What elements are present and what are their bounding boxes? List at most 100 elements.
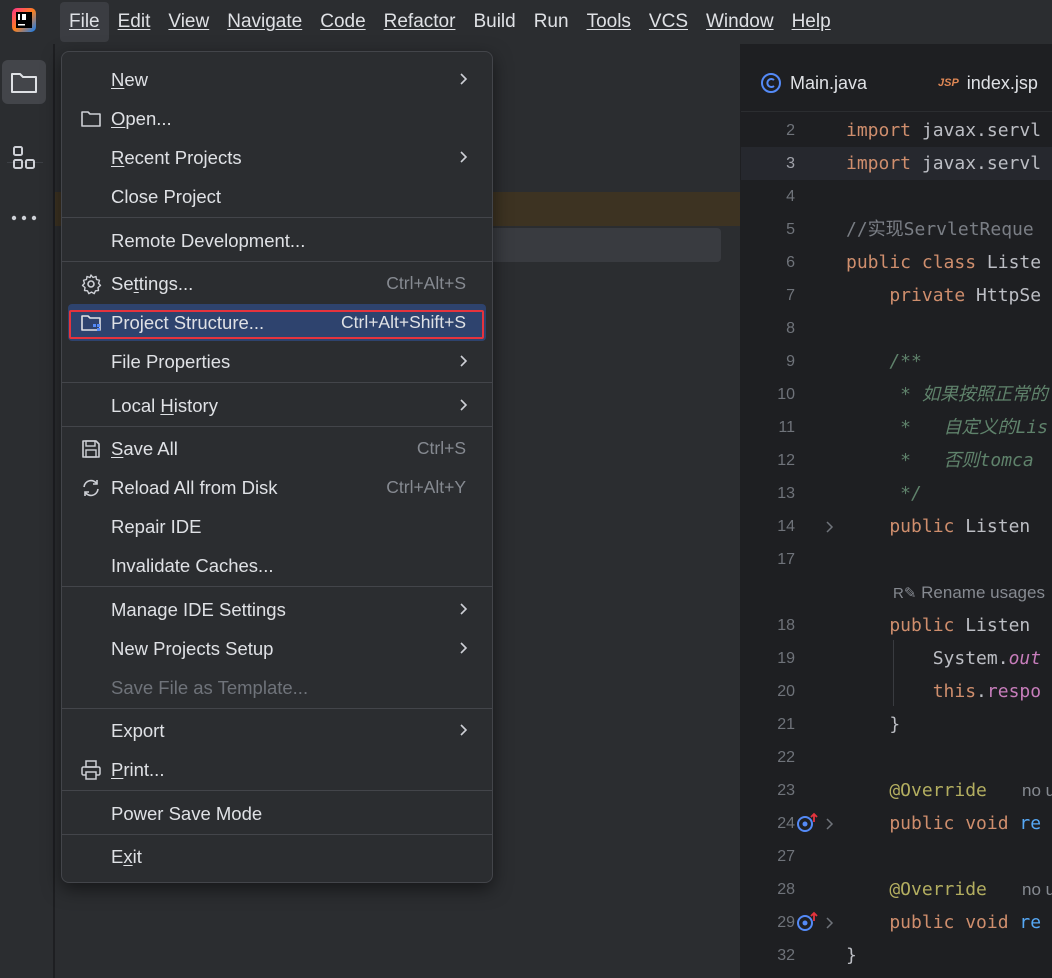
code-line[interactable]: 8 bbox=[741, 312, 1052, 345]
code-editor: Main.java JSP index.jsp 2 import javax.s… bbox=[741, 44, 1052, 978]
code-line[interactable]: 13 */ bbox=[741, 477, 1052, 510]
menu-item-label: Recent Projects bbox=[111, 146, 242, 168]
code-line[interactable]: 18 public Listen bbox=[741, 609, 1052, 642]
more-icon bbox=[11, 215, 37, 221]
submenu-arrow-icon bbox=[460, 603, 468, 615]
code-line-current[interactable]: 3 import javax.servl bbox=[741, 147, 1052, 180]
menu-item-close-project[interactable]: Close Project bbox=[68, 178, 486, 215]
menu-vcs[interactable]: VCS bbox=[640, 0, 697, 44]
code-line[interactable]: 5 //实现ServletReque bbox=[741, 213, 1052, 246]
menu-item-open[interactable]: Open... bbox=[68, 100, 486, 137]
line-number: 22 bbox=[777, 749, 795, 766]
menu-separator bbox=[62, 261, 492, 262]
fold-chevron-icon[interactable] bbox=[825, 520, 835, 534]
code-line[interactable]: 9 /** bbox=[741, 345, 1052, 378]
menu-code[interactable]: Code bbox=[311, 0, 374, 44]
menu-item-new[interactable]: New bbox=[68, 61, 486, 98]
menu-item-file-properties[interactable]: File Properties bbox=[68, 343, 486, 380]
code-line[interactable]: 17 bbox=[741, 543, 1052, 576]
menu-item-remote-development[interactable]: Remote Development... bbox=[68, 222, 486, 259]
menu-separator bbox=[62, 426, 492, 427]
inlay-hint-row[interactable]: R✎ Rename usages bbox=[741, 576, 1052, 609]
menu-help[interactable]: Help bbox=[783, 0, 840, 44]
no-usages-hint[interactable]: no u bbox=[1022, 873, 1052, 906]
code-line[interactable]: 29 public void re bbox=[741, 906, 1052, 939]
menu-view[interactable]: View bbox=[159, 0, 218, 44]
code-line[interactable]: 14 public Listen bbox=[741, 510, 1052, 543]
fold-chevron-icon[interactable] bbox=[825, 817, 835, 831]
line-number: 14 bbox=[777, 518, 795, 535]
main-menu-bar: File Edit View Navigate Code Refactor Bu… bbox=[0, 0, 1052, 44]
code-line[interactable]: 22 bbox=[741, 741, 1052, 774]
menu-item-exit[interactable]: Exit bbox=[68, 838, 486, 875]
code-line[interactable]: 7 private HttpSe bbox=[741, 279, 1052, 312]
menu-item-manage-ide-settings[interactable]: Manage IDE Settings bbox=[68, 591, 486, 628]
menu-item-local-history[interactable]: Local History bbox=[68, 387, 486, 424]
code-line[interactable]: 19 System.out bbox=[741, 642, 1052, 675]
print-icon bbox=[81, 760, 101, 780]
menu-item-project-structure[interactable]: Project Structure... Ctrl+Alt+Shift+S bbox=[68, 304, 486, 341]
code-line[interactable]: 12 * 否则tomca bbox=[741, 444, 1052, 477]
code-line[interactable]: 24 public void re bbox=[741, 807, 1052, 840]
tab-index-jsp[interactable]: JSP index.jsp bbox=[938, 68, 1038, 98]
code-line[interactable]: 20 this.respo bbox=[741, 675, 1052, 708]
code-text: import javax.servl bbox=[846, 120, 1042, 141]
menu-item-save-file-as-template: Save File as Template... bbox=[68, 669, 486, 706]
menu-item-print[interactable]: Print... bbox=[68, 751, 486, 788]
menu-item-shortcut: Ctrl+Alt+Shift+S bbox=[341, 312, 466, 332]
code-line[interactable]: 32 } bbox=[741, 939, 1052, 972]
line-number: 5 bbox=[786, 221, 795, 238]
menu-item-invalidate-caches[interactable]: Invalidate Caches... bbox=[68, 547, 486, 584]
code-text: @Override bbox=[846, 879, 987, 900]
submenu-arrow-icon bbox=[460, 724, 468, 736]
code-text: public void re bbox=[846, 813, 1042, 834]
structure-tool-button[interactable] bbox=[2, 136, 46, 180]
menu-item-save-all[interactable]: Save All Ctrl+S bbox=[68, 430, 486, 467]
implements-method-icon[interactable] bbox=[796, 911, 820, 933]
menu-item-new-projects-setup[interactable]: New Projects Setup bbox=[68, 630, 486, 667]
menu-item-export[interactable]: Export bbox=[68, 712, 486, 749]
menu-edit[interactable]: Edit bbox=[109, 0, 160, 44]
menu-item-repair-ide[interactable]: Repair IDE bbox=[68, 508, 486, 545]
intellij-logo-icon[interactable] bbox=[11, 7, 37, 33]
menu-separator bbox=[62, 708, 492, 709]
rename-usages-hint[interactable]: R✎ Rename usages bbox=[893, 576, 1045, 610]
code-line[interactable]: 23 @Override no u bbox=[741, 774, 1052, 807]
menu-item-reload-all[interactable]: Reload All from Disk Ctrl+Alt+Y bbox=[68, 469, 486, 506]
code-line[interactable]: 11 * 自定义的Lis bbox=[741, 411, 1052, 444]
line-number: 10 bbox=[777, 386, 795, 403]
menu-item-label: Close Project bbox=[111, 185, 222, 207]
code-line[interactable]: 28 @Override no u bbox=[741, 873, 1052, 906]
line-number: 29 bbox=[777, 914, 795, 931]
code-line[interactable]: 2 import javax.servl bbox=[741, 114, 1052, 147]
code-line[interactable]: 21 } bbox=[741, 708, 1052, 741]
more-tools-button[interactable] bbox=[2, 196, 46, 240]
menu-navigate[interactable]: Navigate bbox=[218, 0, 311, 44]
menu-item-settings[interactable]: Settings... Ctrl+Alt+S bbox=[68, 265, 486, 302]
line-number: 9 bbox=[786, 353, 795, 370]
project-tree-hover-row[interactable] bbox=[485, 228, 721, 262]
menu-item-recent-projects[interactable]: Recent Projects bbox=[68, 139, 486, 176]
project-tool-button[interactable] bbox=[2, 60, 46, 104]
code-line[interactable]: 27 bbox=[741, 840, 1052, 873]
menu-window[interactable]: Window bbox=[697, 0, 783, 44]
menu-refactor[interactable]: Refactor bbox=[375, 0, 465, 44]
code-line[interactable]: 4 bbox=[741, 180, 1052, 213]
code-text: * 自定义的Lis bbox=[846, 417, 1049, 438]
no-usages-hint[interactable]: no u bbox=[1022, 774, 1052, 807]
code-line[interactable]: 6 public class Liste bbox=[741, 246, 1052, 279]
code-line[interactable]: 10 * 如果按照正常的 bbox=[741, 378, 1052, 411]
line-number: 4 bbox=[786, 188, 795, 205]
tab-main-java[interactable]: Main.java bbox=[760, 68, 867, 98]
menu-file[interactable]: File bbox=[60, 2, 109, 42]
implements-method-icon[interactable] bbox=[796, 812, 820, 834]
code-text: @Override bbox=[846, 780, 987, 801]
menu-build[interactable]: Build bbox=[464, 0, 524, 44]
menu-item-power-save-mode[interactable]: Power Save Mode bbox=[68, 795, 486, 832]
fold-chevron-icon[interactable] bbox=[825, 916, 835, 930]
menu-run[interactable]: Run bbox=[525, 0, 578, 44]
menu-tools[interactable]: Tools bbox=[578, 0, 640, 44]
code-text: * 如果按照正常的 bbox=[846, 384, 1048, 405]
menu-item-label: Reload All from Disk bbox=[111, 476, 278, 498]
gear-icon bbox=[81, 274, 102, 295]
